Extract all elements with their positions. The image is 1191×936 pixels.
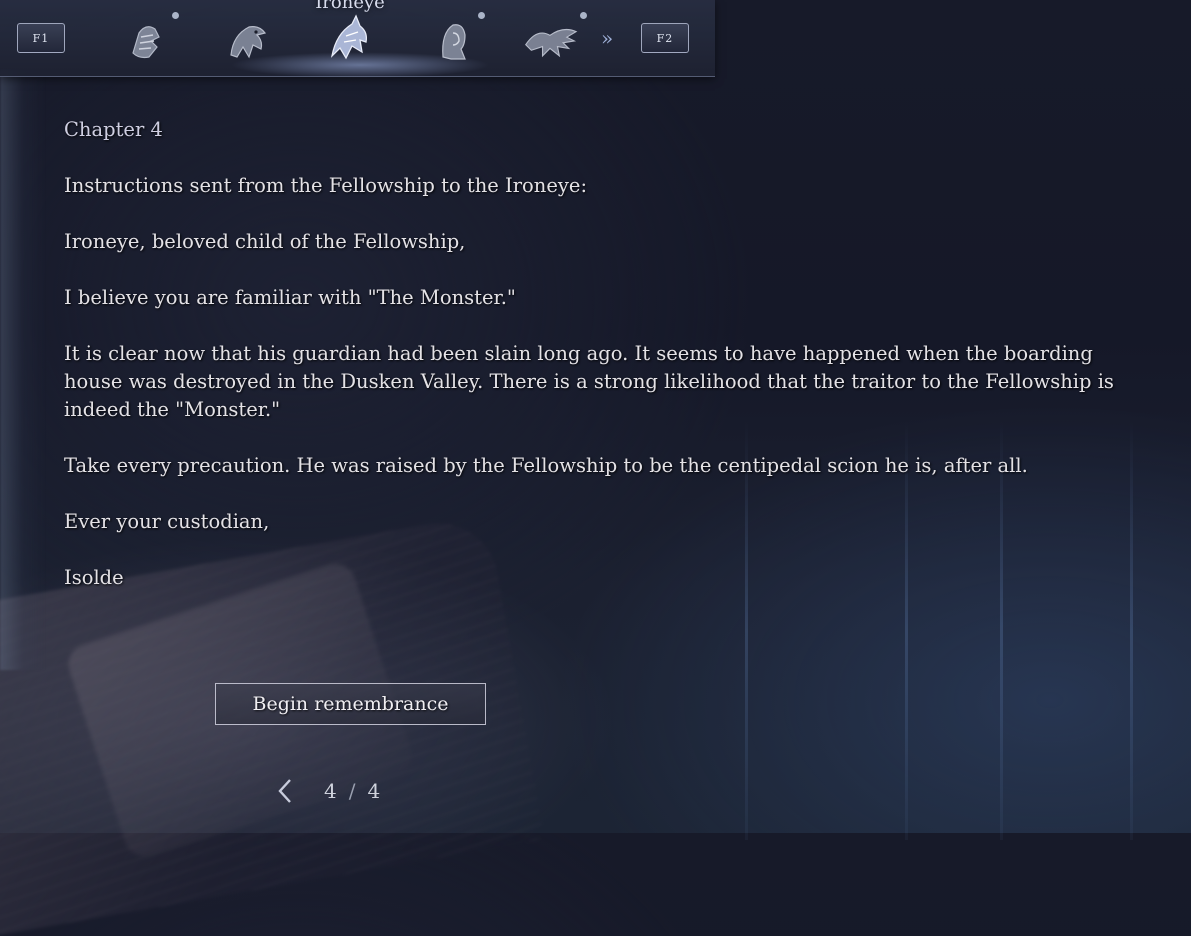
previous-page-button[interactable] (272, 776, 298, 806)
notification-dot (172, 12, 179, 19)
ironeye-bird-icon (330, 14, 368, 60)
wylder-helmet-icon (132, 26, 160, 59)
page-separator: / (348, 779, 356, 803)
current-page: 4 (324, 779, 337, 803)
double-chevron-right-icon[interactable]: » (601, 26, 613, 50)
notification-dot (580, 12, 587, 19)
letter-paragraph: It is clear now that his guardian had be… (64, 342, 1114, 421)
hooded-woman-icon (442, 24, 466, 60)
tab-wylder[interactable] (118, 12, 174, 68)
letter-body: Chapter 4 Instructions sent from the Fel… (64, 116, 1174, 592)
guardian-bird-icon (230, 26, 267, 59)
next-tab-key-button[interactable]: F2 (641, 23, 689, 53)
letter-signature: Isolde (64, 566, 124, 589)
begin-remembrance-button[interactable]: Begin remembrance (215, 683, 486, 725)
total-pages: 4 (367, 779, 381, 803)
letter-heading: Instructions sent from the Fellowship to… (64, 174, 588, 197)
tab-ironeye[interactable] (322, 12, 378, 68)
previous-key-label: F1 (32, 31, 50, 45)
letter-paragraph: Take every precaution. He was raised by … (64, 454, 1028, 477)
notification-dot (478, 12, 485, 19)
page-indicator: 4 / 4 (272, 776, 380, 806)
tab-executor[interactable] (522, 12, 578, 68)
previous-tab-key-button[interactable]: F1 (17, 23, 65, 53)
character-tab-bar: F1 Ironeye » F2 (0, 0, 715, 78)
next-key-label: F2 (656, 31, 674, 45)
letter-paragraph: I believe you are familiar with "The Mon… (64, 286, 516, 309)
wing-crest-icon (525, 28, 578, 58)
letter-closing: Ever your custodian, (64, 510, 270, 533)
letter-greeting: Ironeye, beloved child of the Fellowship… (64, 230, 466, 253)
chapter-title: Chapter 4 (64, 118, 163, 141)
chevron-left-icon (278, 779, 291, 803)
begin-remembrance-label: Begin remembrance (252, 693, 449, 715)
left-edge-ornament (0, 70, 46, 670)
tab-guardian[interactable] (220, 12, 276, 68)
tab-revenant[interactable] (426, 12, 482, 68)
